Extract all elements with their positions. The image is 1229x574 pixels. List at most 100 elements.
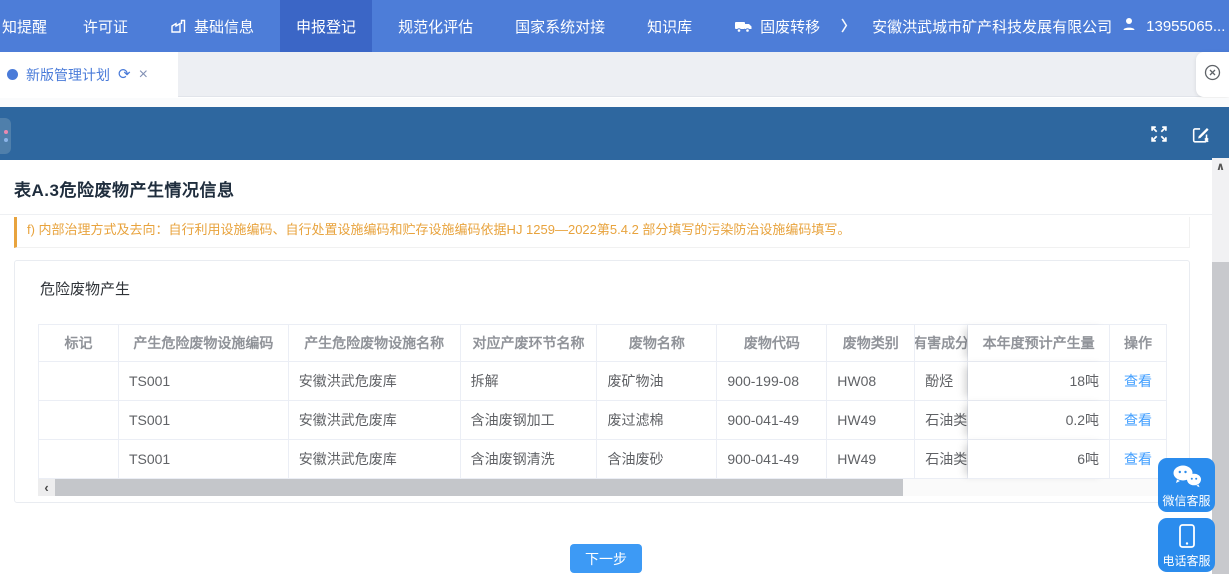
tab-options-button[interactable] <box>1196 52 1229 97</box>
section-title: 危险废物产生 <box>40 278 1166 299</box>
cell-facility-name: 安徽洪武危废库 <box>289 440 461 479</box>
view-link[interactable]: 查看 <box>1110 362 1167 401</box>
chevron-right-icon[interactable]: 〉 <box>841 16 855 36</box>
cell-harmful-component: 酚烃 <box>915 362 968 401</box>
top-nav: 知提醒 许可证 基础信息 申报登记 规范化评估 国家系统对接 知识库 固废转移 … <box>0 0 1229 52</box>
cell-annual-amount: 6吨 <box>968 440 1110 479</box>
header-process-stage: 对应产废环节名称 <box>461 325 598 362</box>
close-circle-icon <box>1204 64 1221 86</box>
cell-mark <box>39 440 119 479</box>
header-waste-category: 废物类别 <box>827 325 915 362</box>
next-step-button[interactable]: 下一步 <box>570 544 642 573</box>
refresh-icon[interactable]: ⟳ <box>118 67 131 82</box>
horizontal-scrollbar-thumb[interactable] <box>55 479 903 496</box>
cell-waste-code: 900-199-08 <box>717 362 827 401</box>
nav-menu: 知提醒 许可证 基础信息 申报登记 规范化评估 国家系统对接 知识库 固废转移 <box>0 0 841 52</box>
main-content: 表A.3危险废物产生情况信息 f) 内部治理方式及去向：自行利用设施编码、自行处… <box>0 160 1212 574</box>
nav-item-license[interactable]: 许可证 <box>67 0 144 52</box>
user-phone[interactable]: 13955065... <box>1146 18 1225 35</box>
nav-item-knowledge-base[interactable]: 知识库 <box>631 0 708 52</box>
close-icon[interactable]: × <box>139 67 148 83</box>
cell-harmful-component: 石油类 <box>915 440 968 479</box>
nav-item-standardized-assessment[interactable]: 规范化评估 <box>382 0 489 52</box>
chevron-left-icon[interactable]: ‹ <box>38 479 55 496</box>
cell-process-stage: 含油废钢清洗 <box>461 440 598 479</box>
cell-annual-amount: 18吨 <box>968 362 1110 401</box>
horizontal-scrollbar-track[interactable] <box>55 479 1167 496</box>
cell-harmful-component: 石油类 <box>915 401 968 440</box>
nav-item-label: 许可证 <box>83 16 128 37</box>
table-row: TS001 安徽洪武危废库 含油废钢加工 废过滤棉 900-041-49 HW4… <box>39 401 1167 440</box>
nav-item-label: 规范化评估 <box>398 16 473 37</box>
cell-facility-name: 安徽洪武危废库 <box>289 362 461 401</box>
cell-facility-code: TS001 <box>119 401 289 440</box>
nav-item-national-system[interactable]: 国家系统对接 <box>499 0 621 52</box>
header-mark: 标记 <box>39 325 119 362</box>
tab-bar: 新版管理计划 ⟳ × <box>0 52 1229 97</box>
nav-item-label: 基础信息 <box>194 16 254 37</box>
cell-waste-category: HW08 <box>827 362 915 401</box>
cell-waste-name: 废矿物油 <box>597 362 717 401</box>
header-harmful-component: 有害成分 <box>915 325 968 362</box>
nav-user-area: 〉 安徽洪武城市矿产科技发展有限公司 13955065... ∨ <box>841 16 1229 37</box>
nav-item-label: 国家系统对接 <box>515 16 605 37</box>
edit-cancel-icon[interactable] <box>1190 123 1212 145</box>
header-facility-code: 产生危险废物设施编码 <box>119 325 289 362</box>
header-actions: 操作 <box>1110 325 1167 362</box>
wechat-icon <box>1172 458 1202 494</box>
cell-process-stage: 含油废钢加工 <box>461 401 598 440</box>
cell-annual-amount: 0.2吨 <box>968 401 1110 440</box>
phone-icon <box>1177 518 1197 554</box>
dot-icon <box>4 130 8 134</box>
waste-generation-card: 危险废物产生 标记 产生危险废物设施编码 产生危险废物设施名称 对应产废环节名称… <box>14 260 1190 503</box>
table-row: TS001 安徽洪武危废库 含油废钢清洗 含油废砂 900-041-49 HW4… <box>39 440 1167 479</box>
cell-waste-category: HW49 <box>827 401 915 440</box>
nav-item-basic-info[interactable]: 基础信息 <box>154 0 270 52</box>
header-waste-code: 废物代码 <box>717 325 827 362</box>
nav-item-label: 知提醒 <box>2 16 47 37</box>
divider <box>0 214 1212 215</box>
service-label: 微信客服 <box>1162 494 1210 509</box>
nav-item-waste-transfer[interactable]: 固废转移 <box>718 0 836 52</box>
nav-item-notice[interactable]: 知提醒 <box>0 0 57 52</box>
truck-icon <box>734 19 753 34</box>
note-panel: f) 内部治理方式及去向：自行利用设施编码、自行处置设施编码和贮存设施编码依据H… <box>14 217 1190 248</box>
wechat-service-button[interactable]: 微信客服 <box>1158 458 1215 512</box>
cell-waste-name: 废过滤棉 <box>597 401 717 440</box>
side-handle[interactable] <box>0 118 11 154</box>
tab-label: 新版管理计划 <box>26 65 110 85</box>
table-row: TS001 安徽洪武危废库 拆解 废矿物油 900-199-08 HW08 酚烃… <box>39 362 1167 401</box>
dot-icon <box>4 138 8 142</box>
divider <box>0 98 1229 107</box>
cell-facility-name: 安徽洪武危废库 <box>289 401 461 440</box>
waste-table: 标记 产生危险废物设施编码 产生危险废物设施名称 对应产废环节名称 废物名称 废… <box>38 324 1167 479</box>
nav-item-label: 固废转移 <box>760 16 820 37</box>
cell-mark <box>39 362 119 401</box>
tab-new-management-plan[interactable]: 新版管理计划 ⟳ × <box>0 52 178 97</box>
company-name: 安徽洪武城市矿产科技发展有限公司 <box>872 16 1112 37</box>
factory-icon <box>170 18 187 34</box>
cell-facility-code: TS001 <box>119 362 289 401</box>
nav-item-label: 知识库 <box>647 16 692 37</box>
cell-waste-code: 900-041-49 <box>717 401 827 440</box>
cell-process-stage: 拆解 <box>461 362 598 401</box>
cell-facility-code: TS001 <box>119 440 289 479</box>
service-label: 电话客服 <box>1162 554 1210 569</box>
horizontal-scrollbar[interactable]: ‹ <box>38 479 1167 496</box>
view-link[interactable]: 查看 <box>1110 401 1167 440</box>
fullscreen-icon[interactable] <box>1148 123 1170 145</box>
nav-item-declaration[interactable]: 申报登记 <box>280 0 372 52</box>
cell-waste-name: 含油废砂 <box>597 440 717 479</box>
cell-waste-code: 900-041-49 <box>717 440 827 479</box>
chevron-up-icon[interactable]: ∧ <box>1212 158 1229 174</box>
note-text: f) 内部治理方式及去向：自行利用设施编码、自行处置设施编码和贮存设施编码依据H… <box>27 222 850 237</box>
header-facility-name: 产生危险废物设施名称 <box>289 325 461 362</box>
active-tab-dot-icon <box>7 69 18 80</box>
cell-mark <box>39 401 119 440</box>
header-annual-amount: 本年度预计产生量 <box>968 325 1110 362</box>
cell-waste-category: HW49 <box>827 440 915 479</box>
vertical-scrollbar[interactable]: ∧ <box>1212 158 1229 574</box>
app-root: 知提醒 许可证 基础信息 申报登记 规范化评估 国家系统对接 知识库 固废转移 … <box>0 0 1229 574</box>
phone-service-button[interactable]: 电话客服 <box>1158 518 1215 572</box>
page-title: 表A.3危险废物产生情况信息 <box>14 176 1212 201</box>
